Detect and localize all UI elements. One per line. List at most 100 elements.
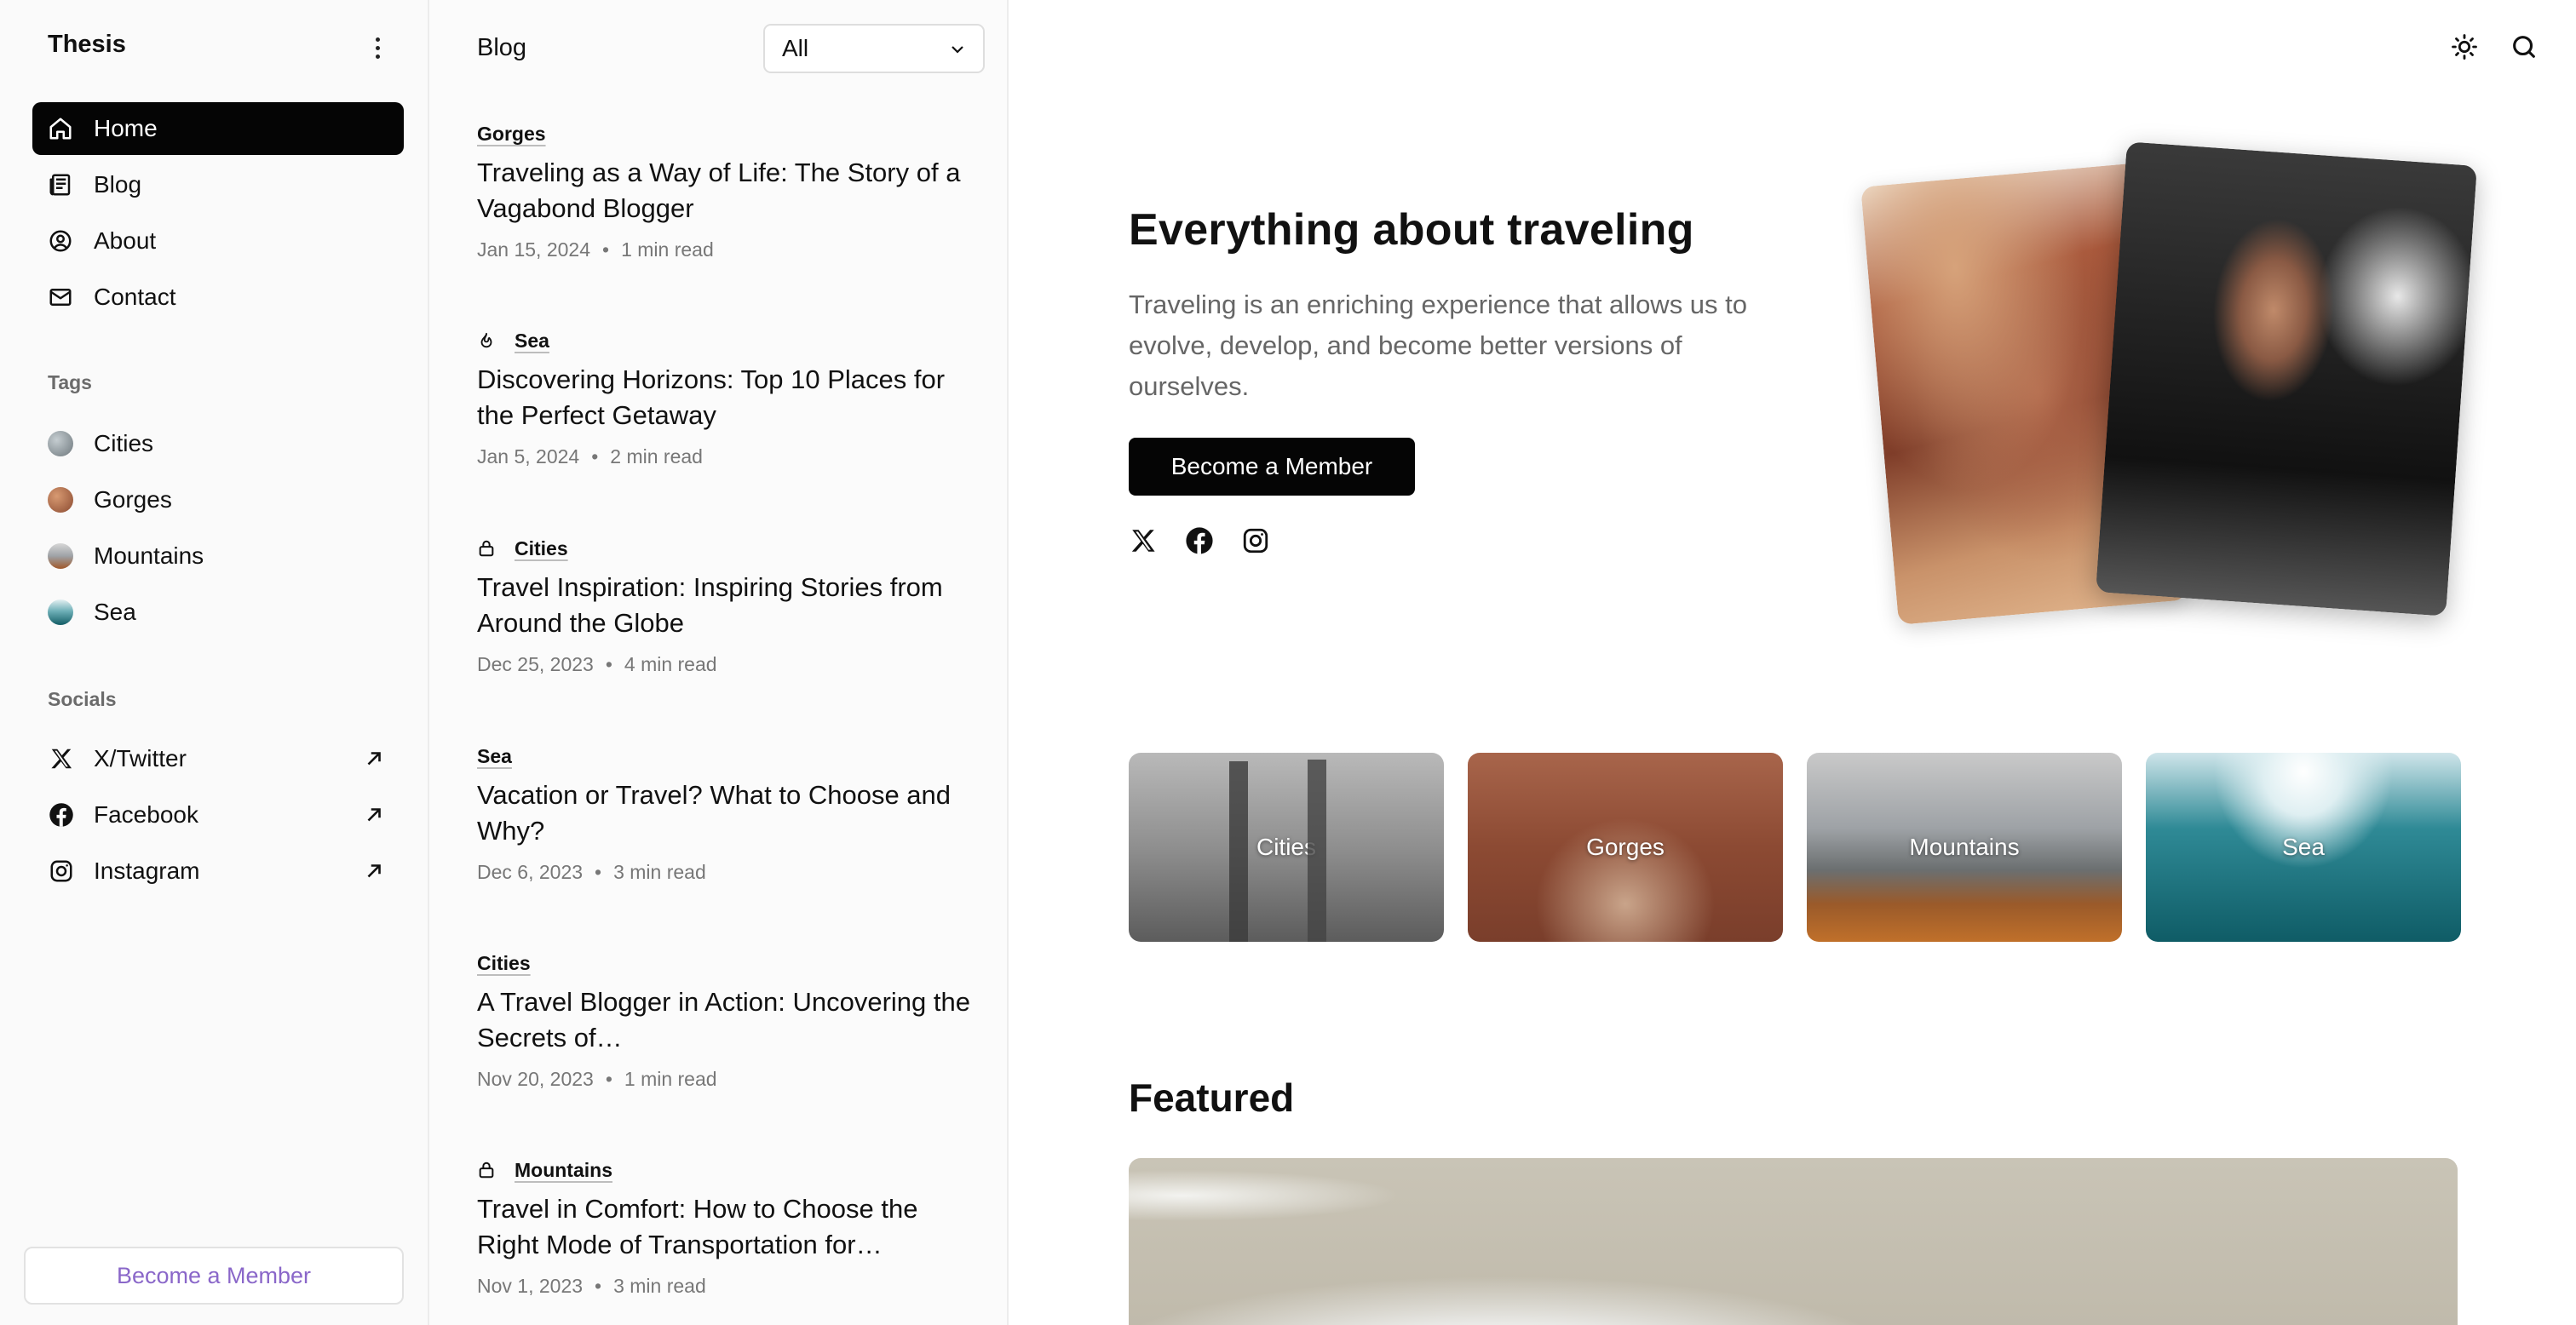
sun-icon[interactable] xyxy=(2450,32,2479,61)
post-item[interactable]: Sea Vacation or Travel? What to Choose a… xyxy=(477,743,980,884)
tag-item-cities[interactable]: Cities xyxy=(48,416,405,472)
post-item[interactable]: Cities A Travel Blogger in Action: Uncov… xyxy=(477,950,980,1091)
user-circle-icon xyxy=(46,227,75,255)
post-tag[interactable]: Mountains xyxy=(477,1157,980,1183)
nav-label-home: Home xyxy=(94,115,158,141)
instagram-icon xyxy=(48,858,75,885)
post-date: Dec 25, 2023 xyxy=(477,653,594,675)
tag-cards: Cities Gorges Mountains Sea xyxy=(1129,753,2461,942)
main-nav: Home Blog About Contact xyxy=(32,102,404,327)
top-toolbar xyxy=(2450,32,2539,61)
post-title[interactable]: Traveling as a Way of Life: The Story of… xyxy=(477,155,980,227)
post-read-time: 3 min read xyxy=(613,1275,706,1297)
social-label: Instagram xyxy=(94,858,200,884)
lock-icon xyxy=(477,1160,497,1180)
tag-item-gorges[interactable]: Gorges xyxy=(48,472,405,528)
post-read-time: 1 min read xyxy=(621,238,714,261)
post-read-time: 2 min read xyxy=(610,445,703,467)
post-date: Nov 20, 2023 xyxy=(477,1068,594,1090)
tag-thumbnail xyxy=(48,543,73,569)
facebook-icon[interactable] xyxy=(1185,526,1214,555)
tags-section-title: Tags xyxy=(48,371,92,393)
tag-card-label: Gorges xyxy=(1586,834,1665,860)
featured-title: Featured xyxy=(1129,1075,1295,1120)
nav-label-about: About xyxy=(94,227,157,254)
nav-item-home[interactable]: Home xyxy=(32,102,404,155)
post-title[interactable]: Travel in Comfort: How to Choose the Rig… xyxy=(477,1191,980,1263)
blog-list-panel: Blog All Gorges Traveling as a Way of Li… xyxy=(429,0,1009,1325)
external-arrow-icon xyxy=(367,752,381,766)
hero-photo-traveler xyxy=(2096,141,2477,617)
post-meta: Jan 15, 2024 • 1 min read xyxy=(477,238,714,261)
post-title[interactable]: A Travel Blogger in Action: Uncovering t… xyxy=(477,984,980,1056)
brand-title[interactable]: Thesis xyxy=(48,31,126,59)
tag-item-sea[interactable]: Sea xyxy=(48,584,405,640)
post-tag[interactable]: Cities xyxy=(477,536,980,561)
tag-label: Cities xyxy=(94,430,154,456)
nav-item-contact[interactable]: Contact xyxy=(32,271,404,324)
tag-label: Gorges xyxy=(94,486,172,513)
sidebar: Thesis Home Blog About Contact Tags Citi… xyxy=(0,0,429,1325)
post-tag-label: Cities xyxy=(515,536,568,559)
tag-card-label: Cities xyxy=(1256,834,1316,860)
more-options-icon[interactable] xyxy=(365,32,390,63)
post-tag-label: Mountains xyxy=(515,1158,612,1181)
chevron-down-icon xyxy=(952,46,963,54)
hero-become-member-button[interactable]: Become a Member xyxy=(1129,438,1415,496)
tag-thumbnail xyxy=(48,599,73,625)
post-read-time: 4 min read xyxy=(624,653,717,675)
post-tag-label: Gorges xyxy=(477,122,546,145)
post-date: Dec 6, 2023 xyxy=(477,861,584,883)
nav-item-about[interactable]: About xyxy=(32,215,404,267)
search-icon[interactable] xyxy=(2510,32,2539,61)
hero-title: Everything about traveling xyxy=(1129,205,1694,255)
facebook-icon xyxy=(48,801,75,829)
x-twitter-icon[interactable] xyxy=(1129,526,1158,555)
post-item[interactable]: Mountains Travel in Comfort: How to Choo… xyxy=(477,1157,980,1298)
post-item[interactable]: Gorges Traveling as a Way of Life: The S… xyxy=(477,121,980,261)
tag-card-cities[interactable]: Cities xyxy=(1129,753,1444,942)
social-item-x-twitter[interactable]: X/Twitter xyxy=(48,731,405,787)
post-tag[interactable]: Sea xyxy=(477,328,980,353)
tag-card-label: Mountains xyxy=(1909,834,2020,860)
tag-item-mountains[interactable]: Mountains xyxy=(48,528,405,584)
post-title[interactable]: Vacation or Travel? What to Choose and W… xyxy=(477,777,980,849)
tag-label: Mountains xyxy=(94,542,204,569)
social-item-instagram[interactable]: Instagram xyxy=(48,843,405,899)
nav-label-contact: Contact xyxy=(94,284,176,310)
post-read-time: 3 min read xyxy=(613,861,706,883)
category-filter-select[interactable]: All xyxy=(763,24,985,73)
tag-card-label: Sea xyxy=(2282,834,2325,860)
post-meta: Nov 20, 2023 • 1 min read xyxy=(477,1068,717,1090)
tag-card-mountains[interactable]: Mountains xyxy=(1807,753,2122,942)
instagram-icon[interactable] xyxy=(1241,526,1270,555)
tag-thumbnail xyxy=(48,487,73,513)
nav-label-blog: Blog xyxy=(94,171,142,198)
post-date: Jan 5, 2024 xyxy=(477,445,580,467)
post-tag[interactable]: Cities xyxy=(477,950,980,976)
featured-post-image[interactable] xyxy=(1129,1158,2458,1325)
social-item-facebook[interactable]: Facebook xyxy=(48,787,405,843)
nav-item-blog[interactable]: Blog xyxy=(32,158,404,211)
post-tag-label: Sea xyxy=(477,744,512,767)
post-tag-label: Cities xyxy=(477,951,531,974)
newspaper-icon xyxy=(46,170,75,199)
tag-card-gorges[interactable]: Gorges xyxy=(1468,753,1783,942)
x-twitter-icon xyxy=(48,745,75,772)
tag-thumbnail xyxy=(48,431,73,456)
blog-list-title: Blog xyxy=(477,34,527,61)
post-item[interactable]: Sea Discovering Horizons: Top 10 Places … xyxy=(477,328,980,468)
socials-list: X/Twitter Facebook Instagram xyxy=(48,731,405,899)
post-title[interactable]: Discovering Horizons: Top 10 Places for … xyxy=(477,362,980,433)
post-meta: Dec 25, 2023 • 4 min read xyxy=(477,653,717,675)
tag-card-sea[interactable]: Sea xyxy=(2146,753,2461,942)
post-item[interactable]: Cities Travel Inspiration: Inspiring Sto… xyxy=(477,536,980,676)
hero-description: Traveling is an enriching experience tha… xyxy=(1129,290,1748,401)
post-tag-label: Sea xyxy=(515,329,549,352)
sidebar-become-member-button[interactable]: Become a Member xyxy=(24,1247,404,1305)
social-label: Facebook xyxy=(94,801,198,828)
post-tag[interactable]: Gorges xyxy=(477,121,980,146)
external-arrow-icon xyxy=(367,864,381,878)
post-title[interactable]: Travel Inspiration: Inspiring Stories fr… xyxy=(477,570,980,641)
post-tag[interactable]: Sea xyxy=(477,743,980,769)
